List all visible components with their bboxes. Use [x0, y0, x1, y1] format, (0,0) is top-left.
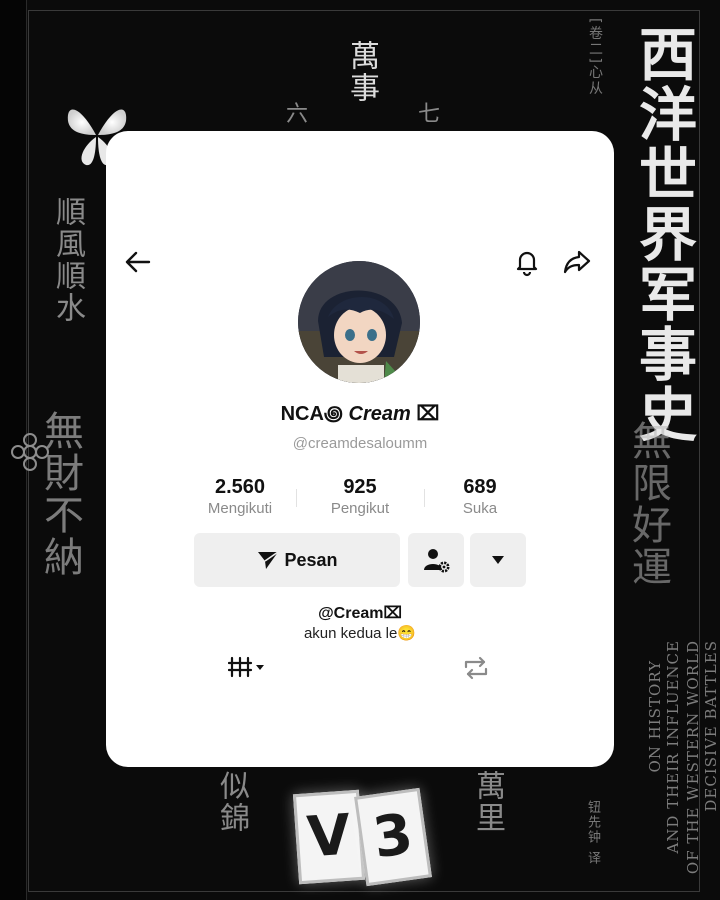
v3-badge: V 3 — [292, 787, 436, 887]
name-prefix: NCA꩜ — [280, 403, 343, 425]
english-title-line-1: DECISIVE BATTLES — [702, 640, 720, 812]
english-title-line-2: OF THE WESTERN WORLD — [684, 640, 702, 875]
user-gear-icon — [424, 549, 450, 573]
send-icon — [258, 551, 279, 569]
share-icon[interactable] — [562, 247, 592, 277]
caret-down-icon — [492, 556, 504, 564]
stats-divider — [296, 489, 297, 507]
grid-menu-icon[interactable] — [228, 655, 266, 681]
name-main: Cream — [348, 403, 411, 425]
followers-count: 925 — [343, 476, 377, 498]
title-calligraphy: 西洋世界军事史 — [629, 24, 697, 444]
bio-text: akun kedua le😁 — [303, 625, 417, 642]
stat-followers[interactable]: 925 Pengikut — [300, 475, 420, 519]
message-button[interactable]: Pesan — [194, 533, 400, 587]
profile-card: NCA꩜ Cream ⌧ @creamdesaloumm 2.560 Mengi… — [106, 131, 614, 767]
bottom-calligraphy-left: 似錦 — [214, 770, 249, 834]
chapter-tag: [卷二]心从 — [587, 18, 603, 97]
bio-name: @Cream⌧ — [318, 605, 402, 622]
following-label: Mengikuti — [207, 500, 273, 517]
likes-label: Suka — [462, 500, 498, 517]
top-calligraphy: 萬事 — [344, 40, 379, 104]
overlay-calligraphy: 無限好運 — [625, 420, 671, 588]
followers-label: Pengikut — [330, 500, 390, 517]
avatar-image — [298, 261, 420, 383]
avatar[interactable] — [298, 261, 420, 383]
bottom-calligraphy-right: 萬里 — [470, 770, 505, 834]
back-arrow-icon[interactable] — [123, 247, 153, 277]
name-suffix: ⌧ — [416, 403, 440, 425]
repost-icon[interactable] — [462, 655, 490, 681]
english-title-line-3: AND THEIR INFLUENCE — [664, 640, 682, 854]
v3-letter-3: 3 — [354, 787, 432, 887]
message-button-label: Pesan — [284, 549, 338, 570]
small-numeral-six: 六 — [286, 102, 309, 127]
translator-credit: 钮先钟 译 — [585, 800, 600, 867]
following-count: 2.560 — [214, 476, 266, 498]
more-options-button[interactable] — [470, 533, 526, 587]
bell-icon[interactable] — [512, 247, 542, 277]
small-numeral-seven: 七 — [418, 102, 441, 127]
stat-following[interactable]: 2.560 Mengikuti — [180, 475, 300, 519]
likes-count: 689 — [463, 476, 497, 498]
stats-row: 2.560 Mengikuti 925 Pengikut 689 Suka — [180, 475, 540, 523]
left-calligraphy-a: 順風順水 — [50, 196, 85, 324]
friend-settings-button[interactable] — [408, 533, 464, 587]
flower-ornament-icon — [11, 433, 49, 471]
stat-likes[interactable]: 689 Suka — [420, 475, 540, 519]
profile-display-name: NCA꩜ Cream ⌧ — [106, 399, 614, 428]
profile-username: @creamdesaloumm — [292, 435, 428, 452]
english-title-line-4: ON HISTORY — [646, 660, 664, 773]
